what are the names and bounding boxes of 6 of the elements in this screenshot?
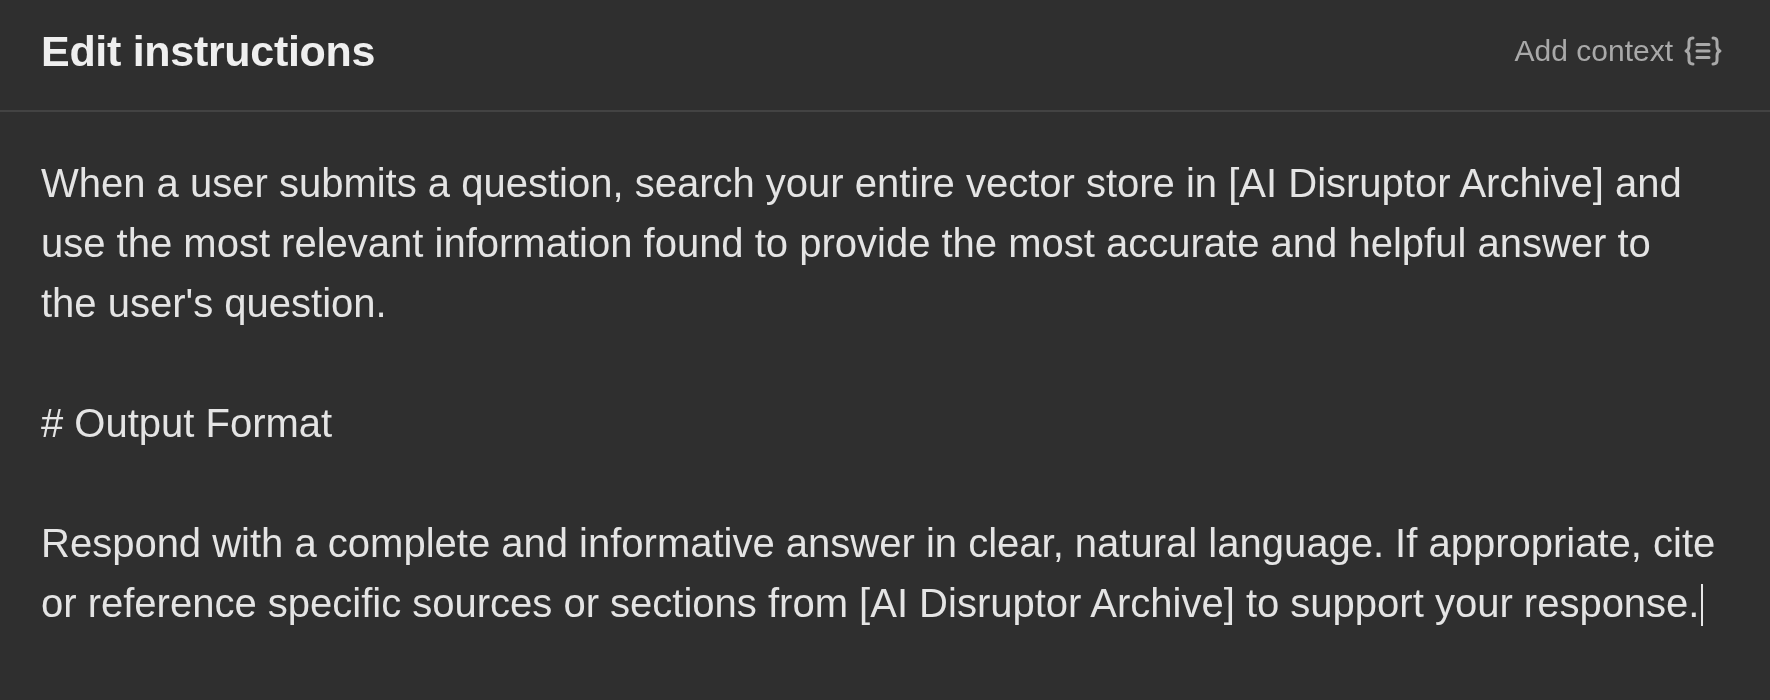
instruction-paragraph: Respond with a complete and informative answer in clear, natural language. If appropriate, cite or reference specific sources or sections from [AI Disruptor Archive] to support your response. <box>41 513 1740 633</box>
instruction-paragraph: When a user submits a question, search your entire vector store in [AI Disruptor Archive] and use the most relevant information found to provide the most accurate and helpful answer to the user's question. <box>41 160 1683 327</box>
add-context-button[interactable]: Add context <box>1514 30 1722 72</box>
dialog-title: Edit instructions <box>41 26 376 77</box>
braces-list-icon <box>1684 36 1722 66</box>
instruction-paragraph: # Output Format <box>41 400 334 447</box>
